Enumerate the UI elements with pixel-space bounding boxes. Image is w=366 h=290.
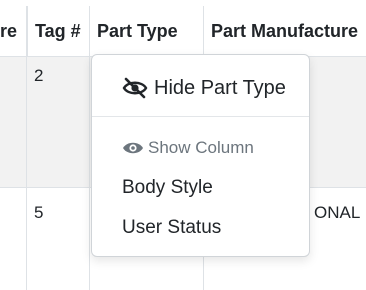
eye-slash-icon xyxy=(122,77,148,99)
hide-column-label: Hide Part Type xyxy=(154,76,286,99)
hide-column-item[interactable]: Hide Part Type xyxy=(122,75,286,101)
tag-cell: 5 xyxy=(34,203,44,222)
column-header-partial[interactable]: re xyxy=(0,6,26,56)
tag-cell: 2 xyxy=(34,66,44,85)
show-column-header: Show Column xyxy=(122,137,254,159)
menu-divider xyxy=(92,116,309,117)
show-column-label: Show Column xyxy=(148,138,254,157)
column-header-tag[interactable]: Tag # xyxy=(27,6,89,56)
column-context-menu: Hide Part Type Show Column Body Style Us… xyxy=(91,54,310,257)
menu-item-body-style[interactable]: Body Style xyxy=(122,177,213,199)
menu-item-user-status[interactable]: User Status xyxy=(122,217,221,239)
column-header-part-manufacturer[interactable]: Part Manufacture xyxy=(203,6,366,56)
manufacturer-cell: ONAL xyxy=(314,203,361,222)
eye-icon xyxy=(122,140,144,156)
column-header-part-type[interactable]: Part Type xyxy=(89,6,203,56)
